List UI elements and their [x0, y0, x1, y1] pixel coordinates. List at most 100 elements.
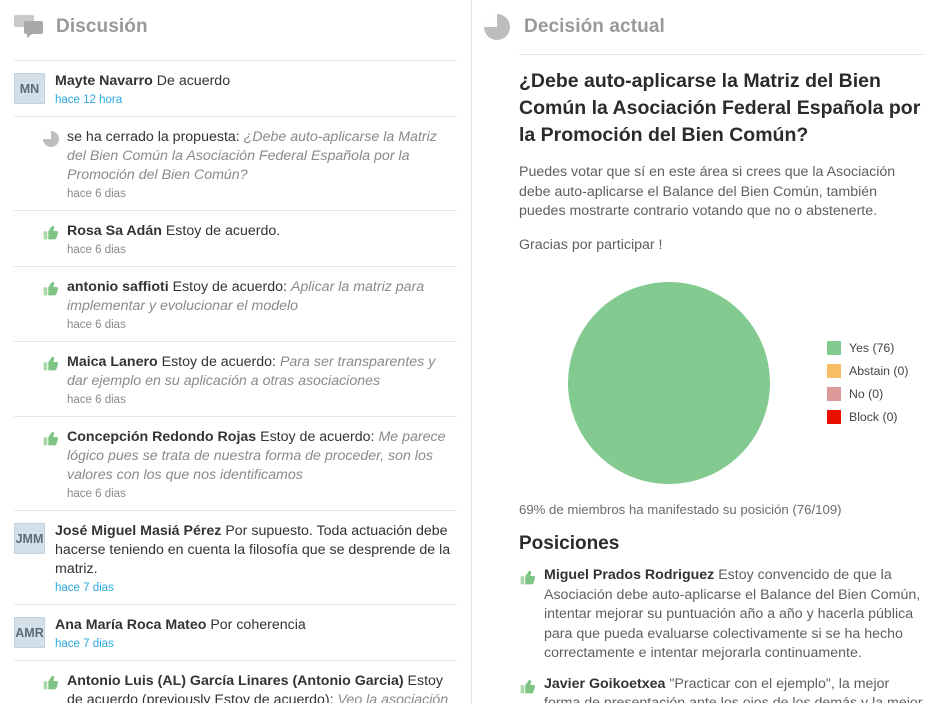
author-name: Antonio Luis (AL) García Linares (Antoni… — [67, 673, 404, 689]
pie-chart — [568, 281, 770, 484]
position-item[interactable]: Javier Goikoetxea "Practicar con el ejem… — [519, 675, 924, 703]
comment-line: se ha cerrado la propuesta: ¿Debe auto-a… — [67, 128, 457, 185]
position-item[interactable]: Miguel Prados Rodriguez Estoy convencido… — [519, 566, 924, 664]
comment-line: Maica Lanero Estoy de acuerdo: Para ser … — [67, 353, 457, 391]
legend-item-yes: Yes (76) — [827, 341, 924, 355]
timestamp-link[interactable]: hace 7 dias — [55, 582, 457, 594]
legend-item-abstain: Abstain (0) — [827, 364, 924, 378]
avatar: AMR — [14, 617, 45, 648]
thumbs-up-icon — [519, 678, 537, 696]
legend-label-abstain: Abstain (0) — [849, 364, 909, 378]
vote-chart: Yes (76) Abstain (0) No (0) Block (0) — [519, 275, 924, 490]
decision-divider — [519, 54, 924, 55]
thumbs-up-icon — [42, 674, 60, 692]
comment-line: Mayte Navarro De acuerdo — [55, 72, 457, 91]
discussion-title: Discusión — [56, 16, 148, 37]
action-text: Por coherencia — [206, 617, 306, 633]
list-item[interactable]: Maica Lanero Estoy de acuerdo: Para ser … — [14, 342, 457, 417]
position-body: Miguel Prados Rodriguez Estoy convencido… — [544, 566, 924, 664]
list-item[interactable]: antonio saffioti Estoy de acuerdo: Aplic… — [14, 267, 457, 342]
comment-line: Antonio Luis (AL) García Linares (Antoni… — [67, 672, 457, 703]
thumbs-up-icon — [42, 280, 60, 298]
decision-header: Decisión actual — [472, 0, 936, 46]
avatar: JMM — [14, 523, 45, 554]
comment-body: Maica Lanero Estoy de acuerdo: Para ser … — [67, 353, 457, 406]
decision-content: ¿Debe auto-aplicarse la Matriz del Bien … — [472, 54, 936, 703]
list-item[interactable]: AMR Ana María Roca Mateo Por coherencia … — [14, 605, 457, 661]
timestamp: hace 6 dias — [67, 488, 126, 500]
timestamp: hace 6 dias — [67, 319, 126, 331]
discussion-thread: MN Mayte Navarro De acuerdo hace 12 hora… — [0, 61, 471, 703]
legend-swatch-abstain — [827, 364, 841, 378]
avatar: MN — [14, 73, 45, 104]
positions-heading: Posiciones — [519, 533, 620, 554]
decision-description-2: Gracias por participar ! — [519, 236, 663, 253]
decision-page: Discusión MN Mayte Navarro De acuerdo ha… — [0, 0, 936, 703]
list-item[interactable]: MN Mayte Navarro De acuerdo hace 12 hora — [14, 61, 457, 117]
thumbs-up-icon — [519, 569, 537, 587]
comment-line: Ana María Roca Mateo Por coherencia — [55, 616, 457, 635]
comment-body: se ha cerrado la propuesta: ¿Debe auto-a… — [67, 128, 457, 200]
action-text: Estoy de acuerdo: — [168, 279, 291, 295]
speech-bubbles-icon — [14, 13, 44, 41]
action-text: Estoy de acuerdo: — [157, 354, 280, 370]
list-item[interactable]: JMM José Miguel Masiá Pérez Por supuesto… — [14, 511, 457, 605]
thumbs-up-icon — [42, 355, 60, 373]
thumbs-up-icon — [42, 224, 60, 242]
timestamp: hace 6 dias — [67, 188, 126, 200]
author-name: Maica Lanero — [67, 354, 158, 370]
comment-line: antonio saffioti Estoy de acuerdo: Aplic… — [67, 278, 457, 316]
author-name: Javier Goikoetxea — [544, 675, 666, 692]
timestamp-link[interactable]: hace 12 hora — [55, 94, 457, 106]
decision-panel-title: Decisión actual — [524, 16, 665, 37]
timestamp-link[interactable]: hace 7 dias — [55, 638, 457, 650]
pie-chart-icon — [42, 130, 60, 148]
author-name: Concepción Redondo Rojas — [67, 429, 257, 445]
comment-body: Ana María Roca Mateo Por coherencia hace… — [55, 616, 457, 650]
legend-label-block: Block (0) — [849, 410, 898, 424]
legend-swatch-yes — [827, 341, 841, 355]
legend-swatch-no — [827, 387, 841, 401]
comment-line: José Miguel Masiá Pérez Por supuesto. To… — [55, 522, 457, 579]
turnout-text: 69% de miembros ha manifestado su posici… — [519, 502, 842, 517]
comment-line: Concepción Redondo Rojas Estoy de acuerd… — [67, 428, 457, 485]
legend-swatch-block — [827, 410, 841, 424]
list-item[interactable]: Rosa Sa Adán Estoy de acuerdo. hace 6 di… — [14, 211, 457, 267]
author-name: Mayte Navarro — [55, 73, 153, 89]
discussion-panel: Discusión MN Mayte Navarro De acuerdo ha… — [0, 0, 472, 703]
timestamp: hace 6 dias — [67, 244, 126, 256]
comment-body: Rosa Sa Adán Estoy de acuerdo. hace 6 di… — [67, 222, 457, 256]
author-name: antonio saffioti — [67, 279, 169, 295]
comment-body: antonio saffioti Estoy de acuerdo: Aplic… — [67, 278, 457, 331]
author-name: Ana María Roca Mateo — [55, 617, 207, 633]
comment-body: Concepción Redondo Rojas Estoy de acuerd… — [67, 428, 457, 500]
author-name: Rosa Sa Adán — [67, 223, 162, 239]
discussion-header: Discusión — [0, 0, 471, 46]
action-text: Estoy de acuerdo: — [256, 429, 379, 445]
decision-description-1: Puedes votar que sí en este área si cree… — [519, 164, 896, 219]
legend-label-yes: Yes (76) — [849, 341, 895, 355]
thumbs-up-icon — [42, 430, 60, 448]
list-item[interactable]: Antonio Luis (AL) García Linares (Antoni… — [14, 661, 457, 703]
action-text: De acuerdo — [152, 73, 231, 89]
comment-body: Antonio Luis (AL) García Linares (Antoni… — [67, 672, 457, 703]
timestamp: hace 6 dias — [67, 394, 126, 406]
chart-legend: Yes (76) Abstain (0) No (0) Block (0) — [819, 341, 924, 424]
position-line: Miguel Prados Rodriguez Estoy convencido… — [544, 566, 924, 664]
list-item[interactable]: se ha cerrado la propuesta: ¿Debe auto-a… — [14, 117, 457, 211]
page-title: ¿Debe auto-aplicarse la Matriz del Bien … — [519, 70, 921, 146]
legend-label-no: No (0) — [849, 387, 884, 401]
current-decision-panel: Decisión actual ¿Debe auto-aplicarse la … — [472, 0, 936, 703]
position-line: Javier Goikoetxea "Practicar con el ejem… — [544, 675, 924, 703]
position-body: Javier Goikoetxea "Practicar con el ejem… — [544, 675, 924, 703]
legend-item-block: Block (0) — [827, 410, 924, 424]
pie-chart-icon — [482, 13, 512, 41]
pie-chart-wrap — [519, 281, 819, 484]
author-name: José Miguel Masiá Pérez — [55, 523, 222, 539]
action-text: se ha cerrado la propuesta: — [67, 129, 244, 145]
list-item[interactable]: Concepción Redondo Rojas Estoy de acuerd… — [14, 417, 457, 511]
comment-line: Rosa Sa Adán Estoy de acuerdo. — [67, 222, 457, 241]
legend-item-no: No (0) — [827, 387, 924, 401]
action-text: Estoy de acuerdo. — [161, 223, 281, 239]
comment-body: José Miguel Masiá Pérez Por supuesto. To… — [55, 522, 457, 594]
